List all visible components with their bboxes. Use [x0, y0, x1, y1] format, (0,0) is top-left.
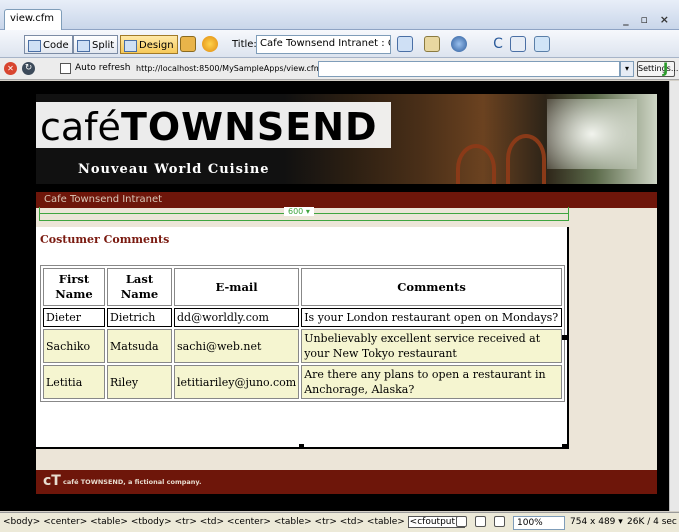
document-toolbar: Code Split Design Title: Cafe Townsend I… — [0, 30, 679, 58]
cell-comments[interactable]: Is your London restaurant open on Monday… — [301, 308, 562, 327]
cell-email[interactable]: dd@worldly.com — [174, 308, 300, 327]
url-dropdown-icon[interactable]: ▾ — [620, 61, 634, 77]
code-view-button[interactable]: Code — [24, 35, 73, 54]
resize-handle[interactable] — [299, 444, 304, 449]
visual-aids-icon[interactable] — [534, 36, 550, 52]
select-tool-icon[interactable] — [456, 516, 467, 527]
code-view-label: Code — [43, 40, 69, 51]
col-header-first-name[interactable]: First Name — [43, 268, 105, 306]
table-row[interactable]: Letitia Riley letitiariley@juno.com Are … — [43, 365, 562, 399]
design-view-label: Design — [139, 40, 174, 51]
check-browser-icon[interactable] — [397, 36, 413, 52]
url-input[interactable] — [318, 61, 620, 77]
logo: caféTOWNSEND — [36, 102, 391, 148]
title-label: Title: — [232, 39, 257, 50]
col-header-email[interactable]: E-mail — [174, 268, 300, 306]
split-view-label: Split — [92, 40, 115, 51]
resize-handle[interactable] — [562, 444, 567, 449]
design-view-icon — [124, 39, 137, 52]
go-icon[interactable]: J — [663, 61, 668, 77]
footer-logo: cT — [43, 473, 61, 489]
status-bar: <body> <center> <table> <tbody> <tr> <td… — [0, 512, 679, 532]
table-width-indicator[interactable]: 600 ▾ — [39, 206, 569, 222]
resize-handle[interactable] — [562, 335, 567, 340]
title-input[interactable]: Cafe Townsend Intranet : Cor — [256, 35, 391, 54]
zoom-tool-icon[interactable] — [494, 516, 505, 527]
cell-first-name[interactable]: Sachiko — [43, 329, 105, 363]
stop-icon[interactable]: ✕ — [4, 62, 17, 75]
auto-refresh-checkbox[interactable] — [60, 63, 71, 74]
code-view-icon — [28, 39, 41, 52]
design-view[interactable]: caféTOWNSEND Nouveau World Cuisine Cafe … — [0, 81, 679, 511]
url-text[interactable]: http://localhost:8500/MySampleApps/view.… — [136, 64, 326, 73]
split-view-icon — [77, 39, 90, 52]
intranet-label: Cafe Townsend Intranet — [44, 194, 163, 205]
page-heading: Costumer Comments — [40, 233, 170, 246]
refresh-icon[interactable]: ↻ — [22, 62, 35, 75]
document-tab-bar: view.cfm _ ▫ × — [0, 0, 679, 30]
cell-comments[interactable]: Are there any plans to open a restaurant… — [301, 365, 562, 399]
refresh-design-icon[interactable]: C — [490, 36, 506, 52]
table-row[interactable]: Sachiko Matsuda sachi@web.net Unbelievab… — [43, 329, 562, 363]
col-header-comments[interactable]: Comments — [301, 268, 562, 306]
preview-browser-icon[interactable] — [451, 36, 467, 52]
split-view-button[interactable]: Split — [73, 35, 119, 54]
comments-container[interactable]: Costumer Comments First Name Last Name E… — [36, 227, 569, 449]
cell-last-name[interactable]: Riley — [107, 365, 172, 399]
table-header-row: First Name Last Name E-mail Comments — [43, 268, 562, 306]
logo-light-text: café — [40, 105, 121, 149]
hand-tool-icon[interactable] — [475, 516, 486, 527]
table-row[interactable]: Dieter Dietrich dd@worldly.com Is your L… — [43, 308, 562, 327]
banner-chair — [456, 144, 496, 184]
table-width-label[interactable]: 600 ▾ — [284, 207, 314, 216]
document-tab[interactable]: view.cfm — [4, 9, 62, 30]
tag-selector[interactable]: <body> <center> <table> <tbody> <tr> <td… — [3, 516, 465, 528]
cell-email[interactable]: letitiariley@juno.com — [174, 365, 300, 399]
banner-window-glow — [547, 99, 637, 169]
vertical-scrollbar[interactable] — [669, 81, 679, 511]
tag-path[interactable]: <body> <center> <table> <tbody> <tr> <td… — [3, 517, 405, 527]
window-controls[interactable]: _ ▫ × — [623, 13, 673, 26]
live-view-icon[interactable] — [202, 36, 218, 52]
footer-text: café TOWNSEND, a fictional company. — [63, 478, 202, 486]
design-view-button[interactable]: Design — [120, 35, 178, 54]
view-options-icon[interactable] — [510, 36, 526, 52]
download-size: 26K / 4 sec — [627, 517, 677, 527]
window-size-select[interactable]: 754 x 489 ▾ — [570, 517, 623, 527]
zoom-select[interactable]: 100% — [513, 516, 565, 530]
browser-address-bar: ✕ ↻ Auto refresh http://localhost:8500/M… — [0, 58, 679, 80]
file-management-icon[interactable] — [424, 36, 440, 52]
cell-last-name[interactable]: Matsuda — [107, 329, 172, 363]
auto-refresh-label: Auto refresh — [75, 63, 131, 73]
live-data-icon[interactable] — [180, 36, 196, 52]
cell-email[interactable]: sachi@web.net — [174, 329, 300, 363]
comments-table[interactable]: First Name Last Name E-mail Comments Die… — [40, 265, 565, 402]
header-banner: caféTOWNSEND Nouveau World Cuisine — [36, 94, 657, 184]
col-header-last-name[interactable]: Last Name — [107, 268, 172, 306]
cell-first-name[interactable]: Dieter — [43, 308, 105, 327]
page-footer: cT café TOWNSEND, a fictional company. — [36, 470, 657, 494]
banner-chair — [506, 134, 546, 184]
cell-comments[interactable]: Unbelievably excellent service received … — [301, 329, 562, 363]
cell-first-name[interactable]: Letitia — [43, 365, 105, 399]
settings-button[interactable]: Settings... — [637, 61, 678, 77]
cell-last-name[interactable]: Dietrich — [107, 308, 172, 327]
logo-bold-text: TOWNSEND — [120, 105, 378, 149]
tagline: Nouveau World Cuisine — [78, 162, 270, 177]
